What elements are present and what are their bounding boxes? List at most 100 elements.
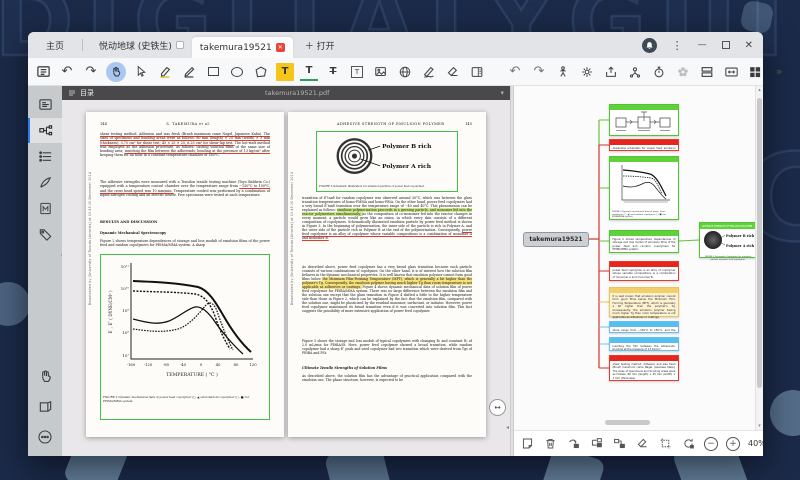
new-note-icon[interactable] (520, 436, 535, 451)
side-note-panel-icon[interactable] (468, 63, 486, 81)
timer-icon[interactable] (650, 63, 668, 81)
tab-separator (82, 39, 83, 51)
desktop-deco-gear (770, 390, 800, 436)
ellipse-tool-icon[interactable] (228, 63, 246, 81)
signature-pen-icon[interactable] (420, 63, 438, 81)
export-share-icon[interactable] (602, 63, 620, 81)
presentation-icon[interactable] (554, 63, 572, 81)
open-file-button[interactable]: ＋ 打开 (305, 39, 335, 52)
detach-node-icon[interactable] (566, 436, 581, 451)
text-underline-icon[interactable]: T (300, 63, 318, 81)
mindmap-child-node-figure3[interactable]: ADHESIVE STRENGTH OF EMULSION POLYMER Po… (699, 222, 757, 258)
link-globe-icon[interactable] (396, 63, 414, 81)
rectangle-tool-icon[interactable] (204, 63, 222, 81)
outline-panel-icon[interactable] (34, 63, 52, 81)
maximize-button[interactable] (722, 41, 730, 49)
screenshot-crop-icon[interactable] (658, 436, 673, 451)
figure2-graph: 10¹¹ 10¹⁰ 10⁹ 10⁸ 10⁷ -160 -120 -80 -40 … (103, 257, 267, 391)
mm-undo-icon[interactable]: ↶ (506, 63, 524, 81)
tab-doc1-close-icon[interactable] (176, 41, 184, 49)
delete-node-icon[interactable] (543, 436, 558, 451)
rail-reader-icon[interactable] (28, 394, 62, 419)
document-header-bar: 目录 takemura19521.pdf ▾ (62, 86, 510, 100)
apparatus-diagram (610, 110, 676, 134)
rail-annotation-list-icon[interactable] (28, 144, 62, 169)
undo-icon[interactable]: ↶ (58, 63, 76, 81)
divider-collapse-icon[interactable]: ◂ (506, 424, 509, 431)
tab-doc2-close-icon[interactable]: ✕ (276, 43, 285, 52)
filename-dropdown-icon[interactable]: ▾ (500, 89, 504, 97)
mm-redo-icon[interactable]: ↷ (530, 63, 548, 81)
mindmap-node-green-text[interactable]: Figure 2 shows temperature dependences o… (609, 230, 679, 253)
mindmap-root-node[interactable]: takemura19521 (523, 232, 589, 247)
mini-graph (610, 162, 676, 206)
tab-doc1[interactable]: 悦动地球 (史铁生) (91, 35, 192, 55)
eraser-icon[interactable] (444, 63, 462, 81)
toc-label[interactable]: 目录 (80, 88, 94, 98)
left-rail: ‹ (28, 86, 62, 456)
notification-icon[interactable] (642, 38, 657, 53)
close-button[interactable]: ✕ (745, 40, 753, 51)
zoom-out-button[interactable]: − (704, 437, 718, 451)
node-text: shear testing method. Adhesion and was f… (610, 361, 678, 382)
paragraph: The adhesive strengths were measured wit… (100, 180, 270, 197)
mindmap-node-figure2[interactable]: FIGURE 2 Dynamic mechanical data of powe… (609, 156, 679, 220)
text-highlight-icon[interactable]: T (276, 63, 294, 81)
svg-text:-80: -80 (163, 362, 170, 367)
menu-kebab-icon[interactable]: ⋮ (672, 39, 683, 52)
rail-hand-icon[interactable] (28, 364, 62, 389)
refresh-layout-icon[interactable] (681, 436, 696, 451)
vertical-scroll-thumb[interactable] (757, 98, 762, 388)
panel-swap-button[interactable]: ↔ (489, 399, 506, 416)
minimize-button[interactable]: — (698, 40, 707, 50)
mindmap-node-blue[interactable]: ature range from −150°C to 150°C, and th… (609, 321, 679, 333)
mindmap-node-red[interactable]: power feed copolymer is an alloy of copo… (609, 261, 679, 281)
grid-view-icon[interactable] (746, 63, 764, 81)
tab-home[interactable]: 主页 (46, 39, 64, 52)
figure3-annotation-box[interactable]: Polymer B rich Polymer A rich FIGURE 3 S… (316, 131, 458, 192)
hand-tool-icon[interactable] (106, 62, 126, 82)
tab-doc2-active[interactable]: takemura19521 ✕ (192, 37, 293, 58)
scroll-up-icon[interactable]: ▴ (756, 87, 763, 93)
rail-more-icon[interactable] (28, 424, 62, 449)
rail-outline-icon[interactable] (28, 92, 62, 117)
rail-pen-note-icon[interactable] (28, 170, 62, 195)
split-layout-icon[interactable] (698, 63, 716, 81)
redo-icon[interactable]: ↷ (82, 63, 100, 81)
horizontal-scroll-thumb[interactable] (605, 420, 650, 425)
image-annotation-icon[interactable] (372, 63, 390, 81)
rail-mindmap-icon[interactable] (28, 118, 62, 143)
add-sibling-node-icon[interactable] (612, 436, 627, 451)
settings-gear-icon[interactable] (578, 63, 596, 81)
toolbar-more-icon[interactable]: » (770, 63, 788, 81)
mindmap-node-red[interactable]: shear testing method. Adhesion and was f… (609, 355, 679, 381)
svg-text:10⁸: 10⁸ (122, 330, 129, 335)
polygon-tool-icon[interactable] (252, 63, 270, 81)
mindmap-panel: takemura19521 Apparatus schematic for po… (514, 86, 763, 456)
rail-markdown-note-icon[interactable] (28, 196, 62, 221)
zoom-in-button[interactable]: + (726, 437, 740, 451)
node-text: It is well known that emulsion polymer c… (610, 293, 678, 321)
add-child-node-icon[interactable] (589, 436, 604, 451)
plugin-flower-icon[interactable] (674, 63, 692, 81)
mindmap-node-yellow[interactable]: It is well known that emulsion polymer c… (609, 287, 679, 317)
select-cursor-icon[interactable] (132, 63, 150, 81)
text-box-icon[interactable]: T (348, 63, 366, 81)
pencil-icon[interactable] (180, 63, 198, 81)
style-brush-icon[interactable] (635, 436, 650, 451)
rail-tag-icon[interactable] (28, 222, 62, 247)
text-strikethrough-icon[interactable]: T (324, 63, 342, 81)
scroll-down-icon[interactable]: ▾ (756, 423, 763, 429)
mindmap-node-red[interactable]: Apparatus schematic for power feed emuls… (609, 139, 679, 151)
mindmap-node-blue[interactable]: inserting the film between the adherends… (609, 337, 679, 351)
mindmap-node-figure1[interactable] (609, 104, 679, 136)
mindmap-vertical-scrollbar[interactable]: ▴ ▾ (755, 86, 763, 430)
svg-text:10⁹: 10⁹ (122, 308, 129, 313)
document-filename[interactable]: takemura19521.pdf (98, 89, 496, 97)
margin-download-note: Downloaded by [University of Toronto Lib… (88, 172, 92, 305)
fit-width-icon[interactable] (722, 63, 740, 81)
highlighter-icon[interactable] (156, 63, 174, 81)
mindmap-view-icon[interactable] (626, 63, 644, 81)
mindmap-horizontal-scrollbar[interactable] (514, 420, 753, 426)
figure2-annotation-box[interactable]: 10¹¹ 10¹⁰ 10⁹ 10⁸ 10⁷ -160 -120 -80 -40 … (100, 254, 270, 420)
